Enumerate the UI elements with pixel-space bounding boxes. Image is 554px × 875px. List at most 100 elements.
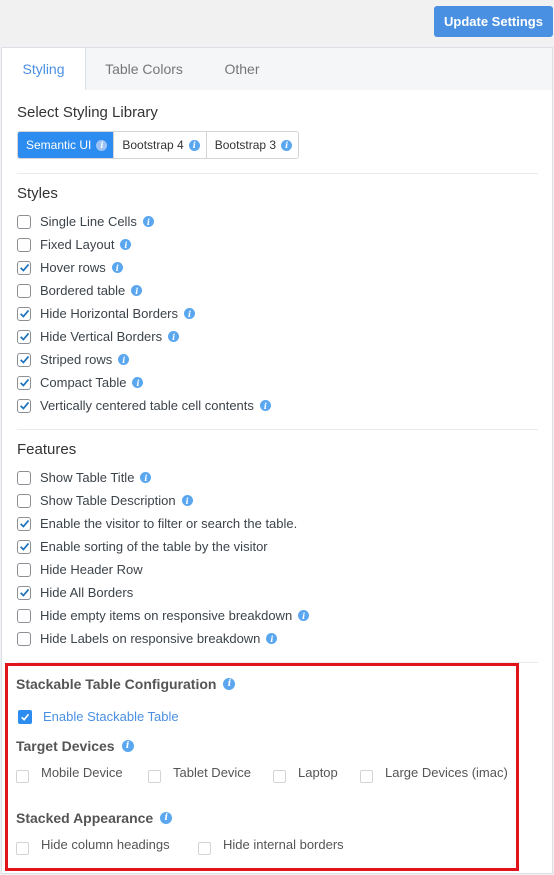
checkbox-row[interactable]: Enable the visitor to filter or search t… xyxy=(17,515,297,532)
library-option-label: Bootstrap 4 xyxy=(122,138,184,152)
appearance-option-hide-borders[interactable]: Hide internal borders xyxy=(198,837,344,856)
checkbox-label: Show Table Title xyxy=(40,470,135,485)
checkbox-row[interactable]: Hide All Borders xyxy=(17,584,133,601)
checkbox-icon[interactable] xyxy=(148,770,161,783)
checkbox-row[interactable]: Hide empty items on responsive breakdown… xyxy=(17,607,310,624)
checkbox-icon[interactable] xyxy=(17,608,31,623)
info-icon[interactable]: i xyxy=(111,262,123,273)
checkbox-row[interactable]: Vertically centered table cell contents i xyxy=(17,397,271,414)
checkbox-checked-icon[interactable] xyxy=(17,398,31,413)
checkbox-icon[interactable] xyxy=(17,283,31,298)
stackable-config-section: Stackable Table Configuration i Enable S… xyxy=(5,663,519,871)
stackable-config-title-text: Stackable Table Configuration xyxy=(16,676,217,692)
checkbox-checked-icon[interactable] xyxy=(17,352,31,367)
checkbox-label: Bordered table xyxy=(40,283,126,298)
checkbox-label: Compact Table xyxy=(40,375,127,390)
info-icon[interactable]: i xyxy=(120,239,132,250)
checkbox-row[interactable]: Single Line Cells i xyxy=(17,213,154,230)
device-option-label: Large Devices (imac) xyxy=(385,765,508,780)
checkbox-checked-icon[interactable] xyxy=(18,709,32,724)
checkbox-row[interactable]: Hide Header Row xyxy=(17,561,143,578)
checkbox-icon[interactable] xyxy=(360,770,373,783)
info-icon[interactable]: i xyxy=(298,610,310,621)
library-option-bootstrap-4[interactable]: Bootstrap 4 i xyxy=(114,132,207,158)
features-title: Features xyxy=(17,441,77,458)
checkbox-icon[interactable] xyxy=(17,470,31,485)
checkbox-icon[interactable] xyxy=(17,493,31,508)
info-icon[interactable]: i xyxy=(118,354,130,365)
device-option-label: Laptop xyxy=(298,765,338,780)
checkbox-row[interactable]: Bordered table i xyxy=(17,282,143,299)
info-icon[interactable]: i xyxy=(96,139,108,151)
checkbox-row[interactable]: Show Table Title i xyxy=(17,469,152,486)
device-option-tablet[interactable]: Tablet Device xyxy=(148,765,251,784)
checkbox-icon[interactable] xyxy=(273,770,286,783)
checkbox-icon[interactable] xyxy=(16,770,29,783)
device-option-label: Mobile Device xyxy=(41,765,123,780)
info-icon[interactable]: i xyxy=(132,377,144,388)
checkbox-row[interactable]: Hide Vertical Borders i xyxy=(17,328,180,345)
checkbox-label: Vertically centered table cell contents xyxy=(40,398,254,413)
stackable-config-title: Stackable Table Configuration i xyxy=(16,676,236,692)
device-option-mobile[interactable]: Mobile Device xyxy=(16,765,123,784)
checkbox-icon[interactable] xyxy=(17,214,31,229)
info-icon[interactable]: i xyxy=(266,633,278,644)
appearance-option-label: Hide internal borders xyxy=(223,837,344,852)
info-icon[interactable]: i xyxy=(168,331,180,342)
enable-stackable-checkbox[interactable]: Enable Stackable Table xyxy=(18,709,179,724)
tab-bar: Styling Table Colors Other xyxy=(2,48,552,90)
appearance-option-label: Hide column headings xyxy=(41,837,170,852)
info-icon[interactable]: i xyxy=(259,400,271,411)
info-icon[interactable]: i xyxy=(160,812,173,824)
device-option-laptop[interactable]: Laptop xyxy=(273,765,338,784)
checkbox-row[interactable]: Striped rows i xyxy=(17,351,130,368)
checkbox-checked-icon[interactable] xyxy=(17,306,31,321)
info-icon[interactable]: i xyxy=(184,308,196,319)
checkbox-checked-icon[interactable] xyxy=(17,539,31,554)
checkbox-row[interactable]: Show Table Description i xyxy=(17,492,193,509)
appearance-option-hide-headings[interactable]: Hide column headings xyxy=(16,837,170,856)
checkbox-label: Striped rows xyxy=(40,352,113,367)
checkbox-checked-icon[interactable] xyxy=(17,329,31,344)
checkbox-row[interactable]: Hide Horizontal Borders i xyxy=(17,305,196,322)
checkbox-icon[interactable] xyxy=(198,842,211,855)
tab-styling[interactable]: Styling xyxy=(2,48,86,90)
library-option-label: Semantic UI xyxy=(26,138,92,152)
checkbox-icon[interactable] xyxy=(16,842,29,855)
checkbox-label: Hide Labels on responsive breakdown xyxy=(40,631,261,646)
checkbox-checked-icon[interactable] xyxy=(17,260,31,275)
info-icon[interactable]: i xyxy=(131,285,143,296)
info-icon[interactable]: i xyxy=(140,472,152,483)
checkbox-label: Show Table Description xyxy=(40,493,176,508)
checkbox-row[interactable]: Hide Labels on responsive breakdown i xyxy=(17,630,278,647)
info-icon[interactable]: i xyxy=(281,139,293,151)
checkbox-checked-icon[interactable] xyxy=(17,375,31,390)
checkbox-checked-icon[interactable] xyxy=(17,516,31,531)
checkbox-row[interactable]: Enable sorting of the table by the visit… xyxy=(17,538,268,555)
checkbox-label: Hide Horizontal Borders xyxy=(40,306,179,321)
checkbox-row[interactable]: Hover rows i xyxy=(17,259,123,276)
checkbox-checked-icon[interactable] xyxy=(17,585,31,600)
stacked-appearance-title-text: Stacked Appearance xyxy=(16,810,154,826)
checkbox-row[interactable]: Compact Table i xyxy=(17,374,144,391)
update-settings-button[interactable]: Update Settings xyxy=(434,6,553,37)
info-icon[interactable]: i xyxy=(142,216,154,227)
checkbox-icon[interactable] xyxy=(17,562,31,577)
checkbox-label: Hide All Borders xyxy=(40,585,134,600)
enable-stackable-label: Enable Stackable Table xyxy=(43,709,179,724)
device-option-large[interactable]: Large Devices (imac) xyxy=(360,765,508,784)
divider xyxy=(17,429,538,430)
checkbox-icon[interactable] xyxy=(17,237,31,252)
checkbox-icon[interactable] xyxy=(17,631,31,646)
checkbox-label: Enable the visitor to filter or search t… xyxy=(40,516,298,531)
tab-other[interactable]: Other xyxy=(200,48,284,90)
info-icon[interactable]: i xyxy=(181,495,193,506)
info-icon[interactable]: i xyxy=(188,139,200,151)
tab-table-colors[interactable]: Table Colors xyxy=(88,48,200,90)
info-icon[interactable]: i xyxy=(121,740,134,752)
library-option-bootstrap-3[interactable]: Bootstrap 3 i xyxy=(206,132,299,158)
library-option-semantic-ui[interactable]: Semantic UI i xyxy=(18,132,115,158)
info-icon[interactable]: i xyxy=(223,678,236,690)
checkbox-row[interactable]: Fixed Layout i xyxy=(17,236,132,253)
device-option-label: Tablet Device xyxy=(173,765,252,780)
